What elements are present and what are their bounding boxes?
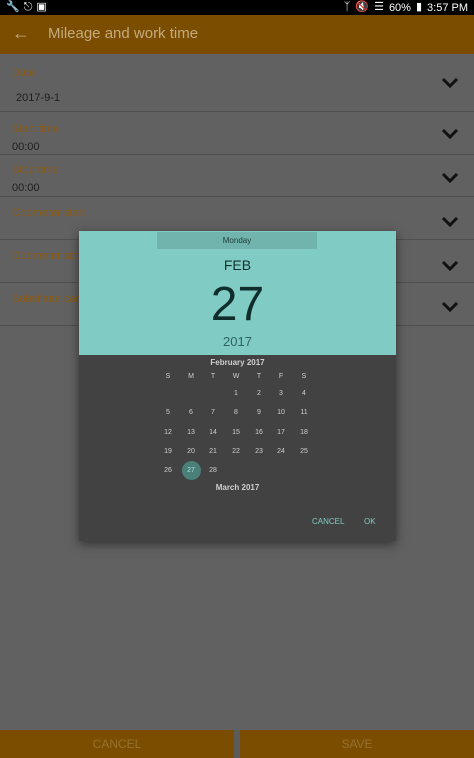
cast-icon: ▣: [36, 1, 47, 13]
calendar-day[interactable]: 22: [225, 448, 247, 455]
calendar-day[interactable]: 2: [248, 390, 270, 397]
calendar-day[interactable]: 19: [157, 448, 179, 455]
calendar-next-month-title: March 2017: [215, 483, 260, 492]
chevron-down-icon[interactable]: [440, 256, 460, 276]
substitute-car-label: Substitute car: [12, 293, 80, 305]
calendar-day[interactable]: 27: [180, 467, 202, 474]
battery-icon: ▮: [415, 1, 423, 13]
calendar-day[interactable]: 11: [293, 409, 315, 416]
date-picker-dialog: Monday FEB 27 2017 February 2017 March 2…: [79, 231, 396, 541]
calendar-day[interactable]: 21: [202, 448, 224, 455]
save-button[interactable]: SAVE: [240, 730, 474, 758]
dialog-ok-button[interactable]: OK: [364, 517, 376, 526]
calendar-day[interactable]: 18: [293, 429, 315, 436]
calendar-day[interactable]: 13: [180, 429, 202, 436]
weekday-header: S: [165, 373, 171, 380]
wrench-icon: 🔧: [6, 1, 20, 13]
calendar-day[interactable]: 17: [270, 429, 292, 436]
date-label: Date: [12, 67, 36, 79]
clock: 3:57 PM: [427, 1, 468, 14]
calendar-day[interactable]: 1: [225, 390, 247, 397]
calendar-day[interactable]: 15: [225, 429, 247, 436]
wifi-icon: ☰: [374, 1, 384, 13]
usb-icon: ⎋: [23, 1, 33, 13]
weekday-header: F: [278, 373, 284, 380]
status-bar: 🔧 ⎋ ▣ ᛉ 🔇 ☰ 60% ▮ 3:57 PM: [0, 0, 474, 15]
calendar-day[interactable]: 26: [157, 467, 179, 474]
calendar-day[interactable]: 9: [248, 409, 270, 416]
battery-percent: 60%: [388, 1, 411, 14]
cancel-button[interactable]: CANCEL: [0, 730, 234, 758]
calendar-day[interactable]: 14: [202, 429, 224, 436]
calendar-day[interactable]: 20: [180, 448, 202, 455]
app-bar: ← Mileage and work time: [0, 15, 474, 54]
calendar-day[interactable]: 24: [270, 448, 292, 455]
date-value: 2017-9-1: [16, 92, 61, 104]
calendar-day[interactable]: 23: [248, 448, 270, 455]
chevron-down-icon[interactable]: [440, 168, 460, 188]
weekday-header: S: [301, 373, 307, 380]
chevron-down-icon[interactable]: [440, 297, 460, 317]
stop-time-label: Stop time: [12, 164, 59, 176]
arrow-left-icon[interactable]: ←: [12, 23, 30, 43]
chevron-down-icon[interactable]: [440, 124, 460, 144]
calendar-day[interactable]: 28: [202, 467, 224, 474]
calendar-day[interactable]: 8: [225, 409, 247, 416]
weekday-header: M: [188, 373, 194, 380]
calendar-month-title: February 2017: [210, 358, 265, 367]
selected-year[interactable]: 2017: [79, 334, 396, 349]
calendar-day[interactable]: 16: [248, 429, 270, 436]
day-of-week: Monday: [157, 232, 317, 249]
page-title: Mileage and work time: [48, 25, 199, 42]
stop-time-value: 00:00: [12, 182, 40, 194]
date-picker-header: Monday FEB 27 2017: [79, 231, 396, 355]
dialog-cancel-button[interactable]: CANCEL: [312, 517, 344, 526]
bluetooth-icon: ᛉ: [343, 1, 351, 13]
odometer-stop-label: Odometer sto: [12, 250, 79, 262]
calendar-day[interactable]: 3: [270, 390, 292, 397]
selected-day[interactable]: 27: [79, 279, 396, 331]
chevron-down-icon[interactable]: [440, 212, 460, 232]
calendar-day[interactable]: 10: [270, 409, 292, 416]
date-field[interactable]: Date 2017-9-1: [0, 54, 474, 112]
start-time-field[interactable]: Start time 00:00: [0, 112, 474, 155]
calendar-day[interactable]: 5: [157, 409, 179, 416]
selected-month[interactable]: FEB: [79, 257, 396, 273]
calendar-day[interactable]: 4: [293, 390, 315, 397]
stop-time-field[interactable]: Stop time 00:00: [0, 155, 474, 197]
calendar-day[interactable]: 6: [180, 409, 202, 416]
mute-icon: 🔇: [355, 1, 370, 13]
weekday-header: T: [210, 373, 216, 380]
calendar-day[interactable]: 25: [293, 448, 315, 455]
start-time-label: Start time: [12, 123, 60, 135]
weekday-header: W: [232, 373, 240, 380]
start-time-value: 00:00: [12, 141, 40, 153]
chevron-down-icon[interactable]: [440, 73, 460, 93]
weekday-header: T: [256, 373, 262, 380]
calendar-day[interactable]: 7: [202, 409, 224, 416]
odometer-start-label: Odometer start: [12, 207, 86, 219]
calendar-day[interactable]: 12: [157, 429, 179, 436]
